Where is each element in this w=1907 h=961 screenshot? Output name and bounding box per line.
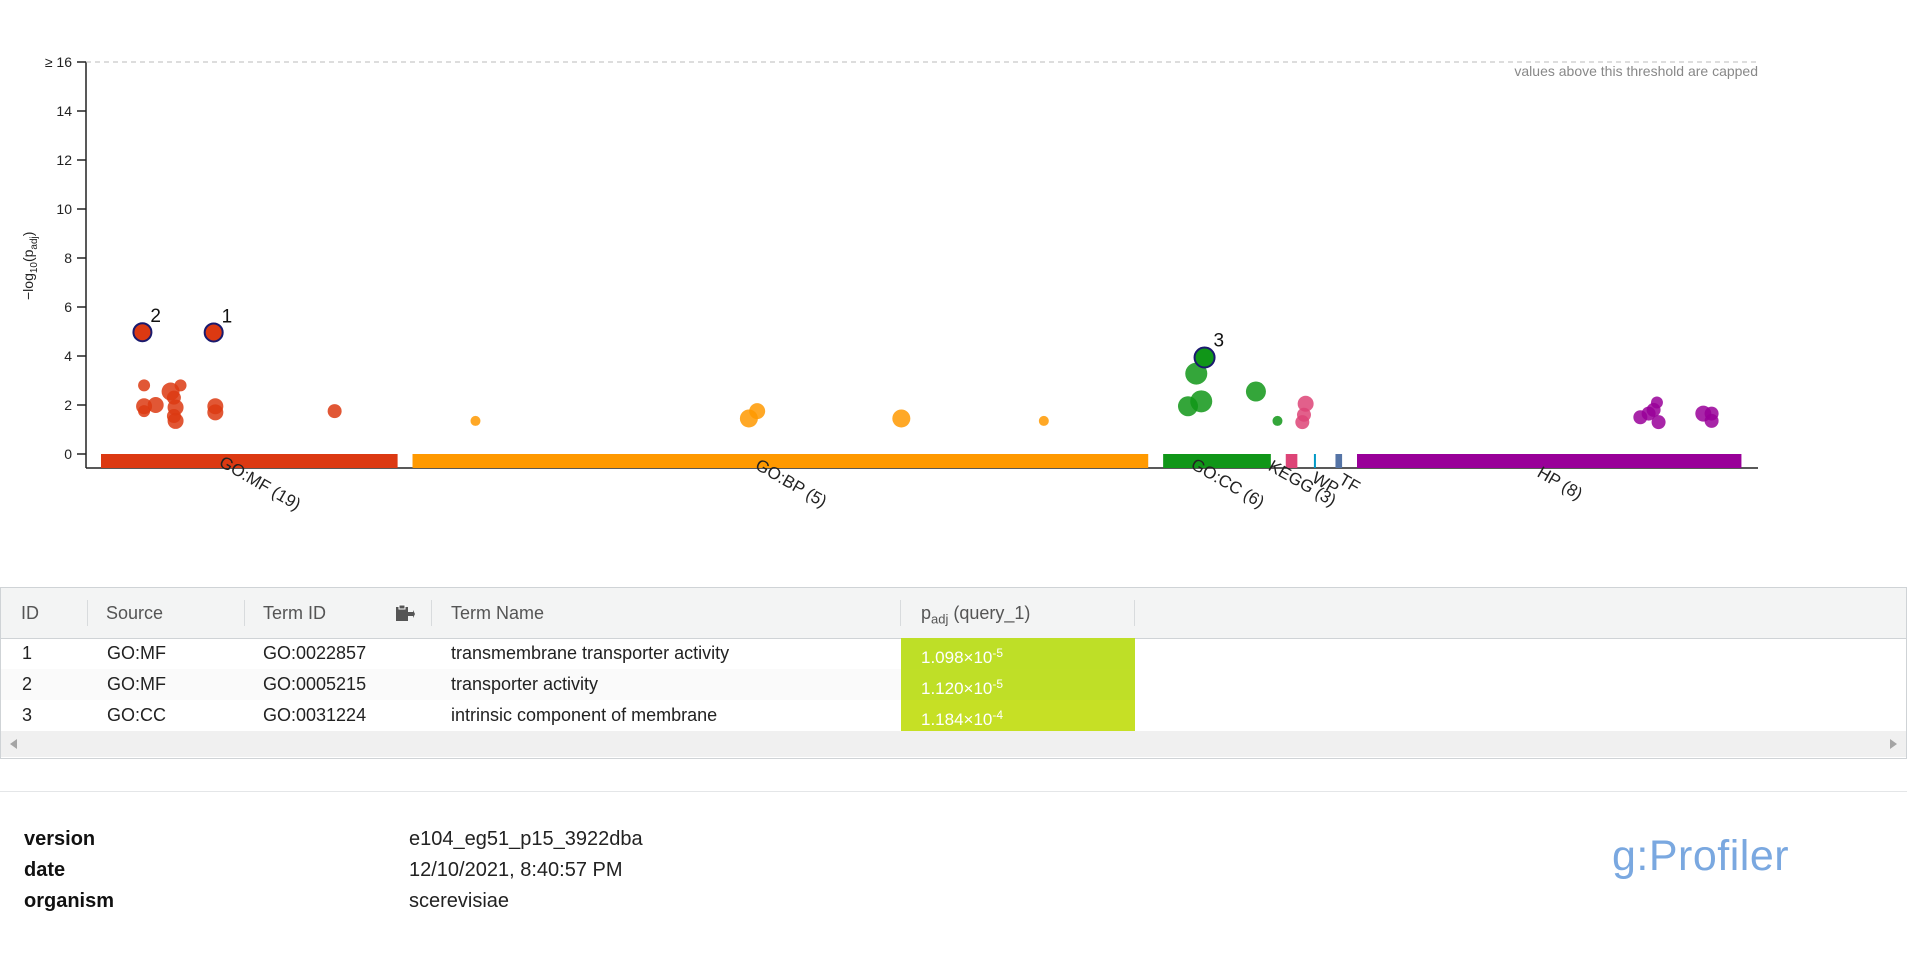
- gprofiler-logo[interactable]: g:Profiler: [1612, 832, 1789, 881]
- cell-id: 1: [22, 643, 33, 663]
- cap-threshold: values above this threshold are capped: [86, 61, 1758, 79]
- cell-source: GO:MF: [107, 643, 166, 663]
- meta-date-label: date: [24, 859, 66, 881]
- source-label: HP (8): [1534, 463, 1586, 504]
- padj-exponent: -4: [992, 708, 1004, 722]
- y-tick-label: 12: [56, 152, 72, 168]
- data-point[interactable]: [1038, 415, 1049, 426]
- padj-mantissa: 1.120×10: [921, 679, 993, 698]
- column-divider: [87, 600, 88, 626]
- source-label: TF: [1336, 470, 1363, 497]
- col-header-source[interactable]: Source: [106, 588, 163, 638]
- cell-source: GO:CC: [107, 705, 167, 725]
- manhattan-plot: 02468101214≥ 16−log10(padj) values above…: [20, 54, 1758, 514]
- cell-term-name[interactable]: transmembrane transporter activity: [451, 638, 729, 669]
- source-bar: [1335, 454, 1343, 468]
- table-row[interactable]: 2 GO:MF GO:0005215 transporter activity …: [1, 669, 1135, 700]
- data-point[interactable]: [207, 404, 224, 421]
- point-label: 2: [150, 306, 161, 327]
- padj-exponent: -5: [992, 646, 1004, 660]
- y-tick-label: ≥ 16: [45, 54, 72, 70]
- table-row[interactable]: 1 GO:MF GO:0022857 transmembrane transpo…: [1, 638, 1135, 669]
- cell-id: 3: [22, 705, 33, 725]
- cell-padj: 1.098×10-5: [901, 638, 1135, 669]
- y-axis: 0 2 4 6 8 10 12 14 ≥ 16 −log10(padj): [20, 54, 87, 468]
- highlighted-point[interactable]: [203, 322, 224, 343]
- cell-source: GO:MF: [107, 674, 166, 694]
- y-tick-label: 10: [56, 201, 72, 217]
- data-point[interactable]: [1295, 415, 1310, 430]
- copy-clipboard-icon[interactable]: [393, 603, 415, 623]
- cell-padj: 1.184×10-4: [901, 700, 1135, 731]
- source-bar: [1313, 454, 1316, 468]
- data-point[interactable]: [1272, 415, 1283, 426]
- cell-term-name[interactable]: intrinsic component of membrane: [451, 700, 717, 731]
- meta-version-label: version: [24, 828, 96, 850]
- data-point[interactable]: [892, 409, 911, 428]
- padj-exponent: -5: [992, 677, 1004, 691]
- column-divider: [900, 600, 901, 626]
- padj-mantissa: 1.184×10: [921, 710, 993, 729]
- y-tick-label: 4: [64, 348, 72, 364]
- data-point[interactable]: [470, 415, 481, 426]
- scroll-right-icon[interactable]: [1890, 739, 1897, 749]
- y-tick-label: 2: [64, 397, 72, 413]
- y-tick-label: 0: [64, 446, 72, 462]
- y-tick-label: 14: [56, 103, 72, 119]
- column-divider: [431, 600, 432, 626]
- y-axis-label: −log10(padj): [20, 232, 40, 300]
- col-header-padj[interactable]: padj (query_1): [921, 588, 1030, 638]
- table-row[interactable]: 3 GO:CC GO:0031224 intrinsic component o…: [1, 700, 1135, 731]
- highlighted-point[interactable]: [1193, 346, 1216, 369]
- data-point[interactable]: [166, 409, 181, 424]
- data-points: 2 1 3: [132, 306, 1719, 430]
- data-point[interactable]: [1190, 390, 1213, 413]
- y-tick-label: 8: [64, 250, 72, 266]
- divider: [0, 791, 1907, 792]
- horizontal-scrollbar[interactable]: [1, 731, 1906, 757]
- cap-note: values above this threshold are capped: [1514, 63, 1758, 79]
- results-table: ID Source Term ID Term Name padj (query_…: [0, 587, 1907, 759]
- meta-organism-label: organism: [24, 890, 115, 912]
- table-header: ID Source Term ID Term Name padj (query_…: [1, 588, 1906, 639]
- scroll-left-icon[interactable]: [10, 739, 17, 749]
- padj-mantissa: 1.098×10: [921, 648, 993, 667]
- y-tick-label: 6: [64, 299, 72, 315]
- data-point[interactable]: [1650, 396, 1663, 409]
- col-header-term-name[interactable]: Term Name: [451, 588, 544, 638]
- column-divider: [1134, 600, 1135, 626]
- padj-p: p: [921, 603, 932, 623]
- data-point[interactable]: [327, 404, 342, 419]
- cell-term-id[interactable]: GO:0022857: [263, 638, 366, 669]
- cell-padj: 1.120×10-5: [901, 669, 1135, 700]
- data-point[interactable]: [749, 403, 766, 420]
- cell-term-id[interactable]: GO:0005215: [263, 669, 366, 700]
- meta-organism-value: scerevisiae: [409, 890, 510, 912]
- data-point[interactable]: [1704, 413, 1719, 428]
- col-header-id[interactable]: ID: [21, 588, 39, 638]
- meta-version-value: e104_eg51_p15_3922dba: [409, 828, 643, 850]
- point-label: 3: [1214, 330, 1225, 351]
- point-label: 1: [222, 306, 233, 327]
- padj-sub: adj: [931, 611, 949, 627]
- data-point[interactable]: [174, 379, 187, 392]
- meta-date-value: 12/10/2021, 8:40:57 PM: [409, 859, 623, 881]
- data-point[interactable]: [138, 379, 151, 392]
- cell-id: 2: [22, 674, 33, 694]
- data-point[interactable]: [147, 397, 164, 413]
- source-bars: [86, 454, 1758, 469]
- column-divider: [244, 600, 245, 626]
- highlighted-point[interactable]: [132, 322, 153, 343]
- data-point[interactable]: [1245, 381, 1266, 402]
- data-point[interactable]: [1651, 415, 1666, 430]
- col-header-term-id[interactable]: Term ID: [263, 588, 326, 638]
- cell-term-id[interactable]: GO:0031224: [263, 700, 366, 731]
- cell-term-name[interactable]: transporter activity: [451, 669, 598, 700]
- padj-query: (query_1): [948, 603, 1031, 623]
